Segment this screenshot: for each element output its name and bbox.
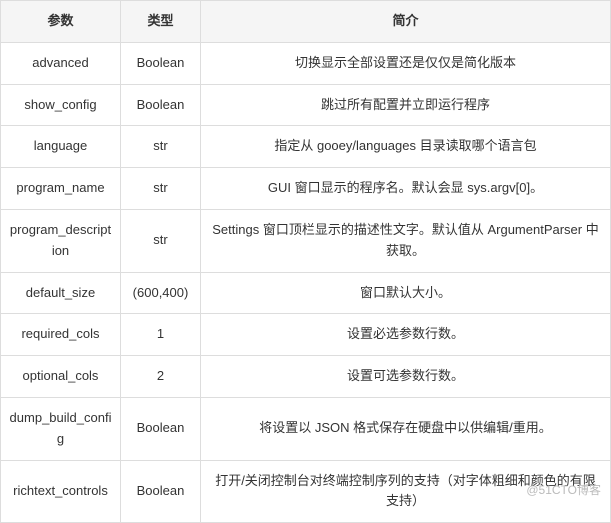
- table-row: program_description str Settings 窗口顶栏显示的…: [1, 209, 611, 272]
- cell-desc: 设置可选参数行数。: [201, 356, 611, 398]
- cell-desc: 设置必选参数行数。: [201, 314, 611, 356]
- cell-param: advanced: [1, 42, 121, 84]
- table-row: advanced Boolean 切换显示全部设置还是仅仅是简化版本: [1, 42, 611, 84]
- table-row: program_name str GUI 窗口显示的程序名。默认会显 sys.a…: [1, 168, 611, 210]
- cell-desc: Settings 窗口顶栏显示的描述性文字。默认值从 ArgumentParse…: [201, 209, 611, 272]
- cell-type: 1: [121, 314, 201, 356]
- cell-param: required_cols: [1, 314, 121, 356]
- table-row: default_size (600,400) 窗口默认大小。: [1, 272, 611, 314]
- cell-param: program_description: [1, 209, 121, 272]
- cell-desc: 跳过所有配置并立即运行程序: [201, 84, 611, 126]
- table-row: show_config Boolean 跳过所有配置并立即运行程序: [1, 84, 611, 126]
- cell-type: Boolean: [121, 460, 201, 523]
- cell-desc: GUI 窗口显示的程序名。默认会显 sys.argv[0]。: [201, 168, 611, 210]
- header-desc: 简介: [201, 1, 611, 43]
- cell-param: show_config: [1, 84, 121, 126]
- cell-type: str: [121, 209, 201, 272]
- cell-type: Boolean: [121, 84, 201, 126]
- cell-param: dump_build_config: [1, 397, 121, 460]
- cell-type: Boolean: [121, 42, 201, 84]
- cell-desc: 指定从 gooey/languages 目录读取哪个语言包: [201, 126, 611, 168]
- header-param: 参数: [1, 1, 121, 43]
- table-row: optional_cols 2 设置可选参数行数。: [1, 356, 611, 398]
- cell-type: Boolean: [121, 397, 201, 460]
- cell-param: default_size: [1, 272, 121, 314]
- cell-desc: 切换显示全部设置还是仅仅是简化版本: [201, 42, 611, 84]
- table-row: required_cols 1 设置必选参数行数。: [1, 314, 611, 356]
- cell-param: optional_cols: [1, 356, 121, 398]
- cell-param: language: [1, 126, 121, 168]
- table-row: dump_build_config Boolean 将设置以 JSON 格式保存…: [1, 397, 611, 460]
- cell-type: 2: [121, 356, 201, 398]
- params-table: 参数 类型 简介 advanced Boolean 切换显示全部设置还是仅仅是简…: [0, 0, 611, 523]
- cell-desc: 窗口默认大小。: [201, 272, 611, 314]
- watermark: @51CTO博客: [526, 481, 601, 498]
- cell-param: program_name: [1, 168, 121, 210]
- table-row: richtext_controls Boolean 打开/关闭控制台对终端控制序…: [1, 460, 611, 523]
- cell-desc: 将设置以 JSON 格式保存在硬盘中以供编辑/重用。: [201, 397, 611, 460]
- cell-param: richtext_controls: [1, 460, 121, 523]
- cell-type: str: [121, 168, 201, 210]
- cell-type: (600,400): [121, 272, 201, 314]
- table-row: language str 指定从 gooey/languages 目录读取哪个语…: [1, 126, 611, 168]
- cell-type: str: [121, 126, 201, 168]
- header-type: 类型: [121, 1, 201, 43]
- table-header-row: 参数 类型 简介: [1, 1, 611, 43]
